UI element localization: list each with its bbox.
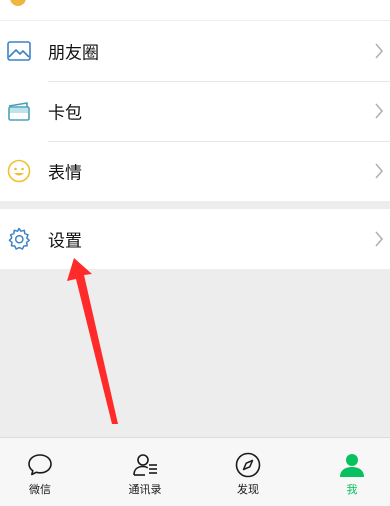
menu-item-stickers[interactable]: 表情	[0, 141, 390, 201]
contacts-icon	[133, 454, 157, 476]
moments-icon	[7, 39, 31, 63]
chat-bubble-icon	[28, 454, 52, 476]
chevron-right-icon	[375, 231, 384, 247]
sticker-smiley-icon	[7, 159, 31, 183]
menu-item-settings[interactable]: 设置	[0, 209, 390, 269]
menu-item-label: 表情	[48, 163, 82, 184]
bottom-tab-bar: 微信 通讯录 发现 我	[0, 437, 390, 506]
tab-label: 发现	[237, 483, 259, 496]
chevron-right-icon	[375, 163, 384, 179]
tab-label: 通讯录	[128, 483, 162, 496]
chevron-right-icon	[375, 103, 384, 119]
tab-me[interactable]: 我	[322, 438, 382, 506]
tab-label: 我	[346, 483, 358, 496]
menu-item-label: 卡包	[48, 103, 82, 124]
tab-discover[interactable]: 发现	[218, 438, 278, 506]
tab-chats[interactable]: 微信	[10, 438, 70, 506]
menu-group-2: 设置	[0, 209, 390, 269]
menu-item-moments[interactable]: 朋友圈	[0, 21, 390, 81]
person-icon	[340, 454, 364, 477]
card-wallet-icon	[7, 99, 31, 123]
partial-previous-row	[0, 0, 390, 20]
partial-icon	[10, 0, 26, 6]
chevron-right-icon	[375, 43, 384, 59]
tab-label: 微信	[29, 483, 51, 496]
menu-item-card-wallet[interactable]: 卡包	[0, 81, 390, 141]
menu-item-label: 朋友圈	[48, 43, 99, 64]
compass-icon	[235, 452, 261, 478]
menu-group-1: 朋友圈 卡包 表情	[0, 21, 390, 201]
menu-item-label: 设置	[48, 231, 82, 252]
tab-contacts[interactable]: 通讯录	[115, 438, 175, 506]
settings-gear-icon	[7, 227, 31, 251]
